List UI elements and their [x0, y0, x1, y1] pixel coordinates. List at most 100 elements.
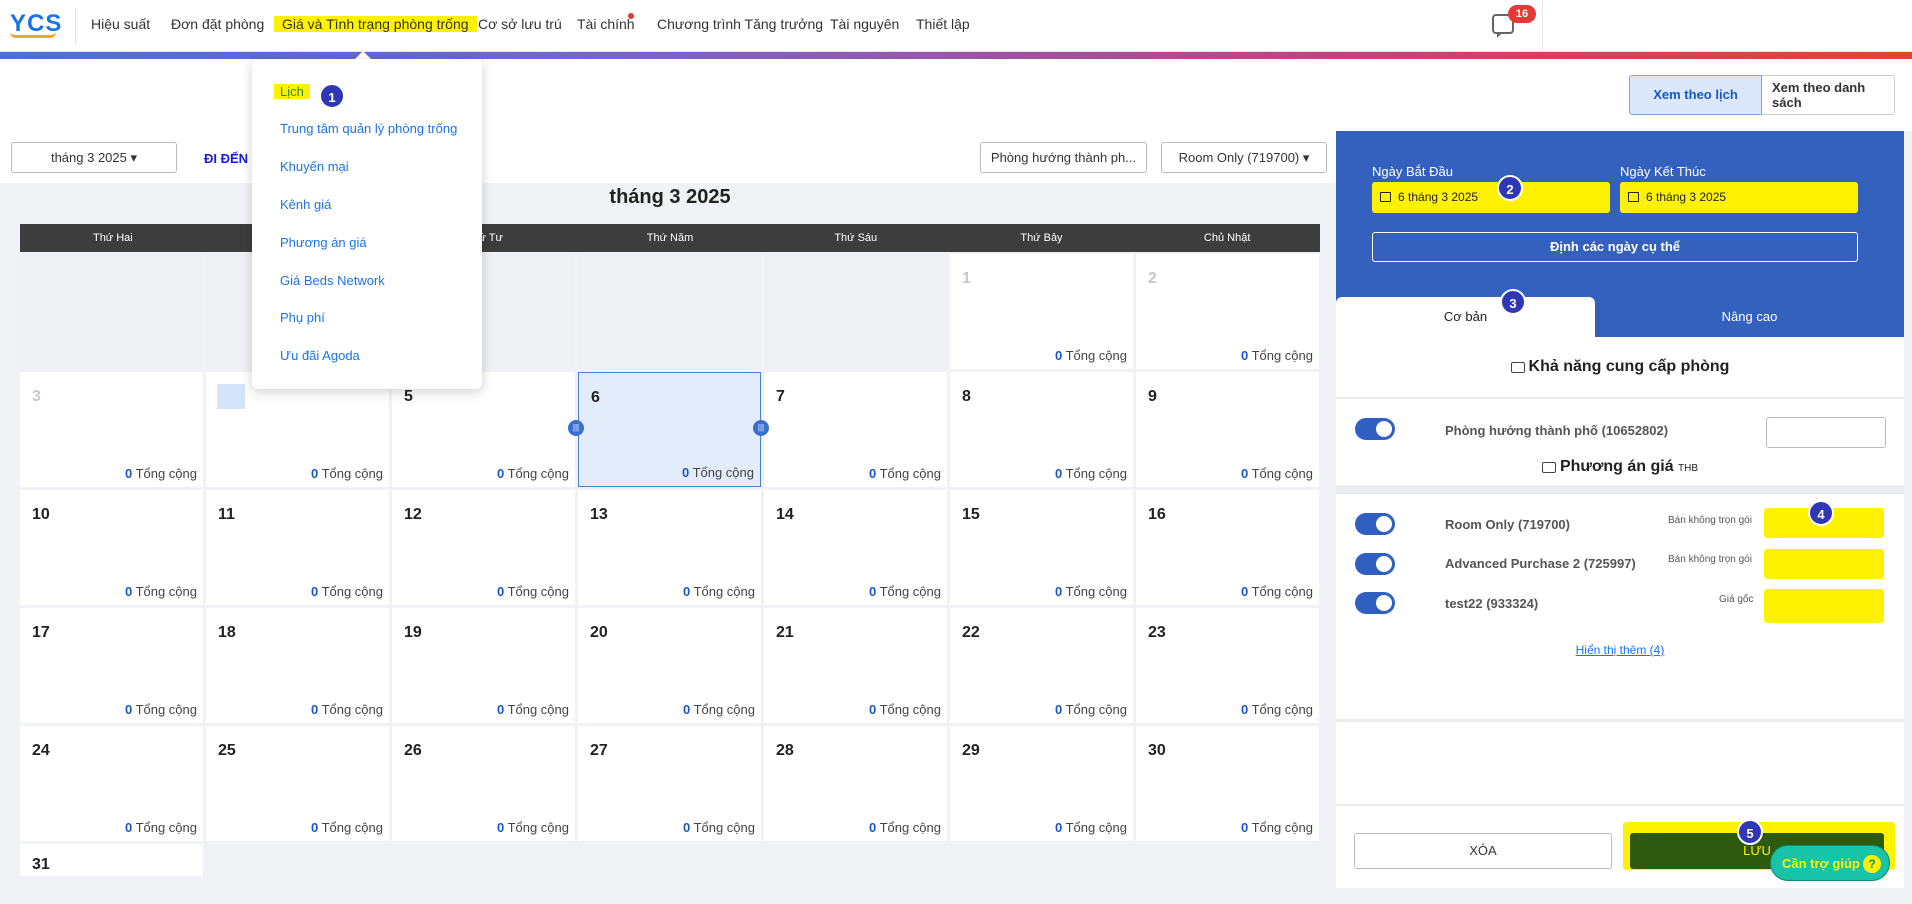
calendar-day-16[interactable]: 16 0 Tổng cộng [1136, 490, 1319, 605]
calendar-day-23[interactable]: 23 0 Tổng cộng [1136, 608, 1319, 723]
calendar-icon [1628, 192, 1639, 202]
calendar-day-30[interactable]: 30 0 Tổng cộng [1136, 726, 1319, 841]
nav-property[interactable]: Cơ sở lưu trú [478, 16, 562, 32]
day-total-value: 0 [496, 820, 505, 835]
day-total: 0 Tổng cộng [1055, 584, 1127, 599]
range-end-handle-icon[interactable]: ||| [753, 420, 769, 436]
calendar-day-3[interactable]: 3 0 Tổng cộng [20, 372, 203, 487]
menu-calendar[interactable]: Lịch [274, 84, 310, 99]
menu-availability-center[interactable]: Trung tâm quản lý phòng trống [280, 121, 457, 136]
tab-advanced[interactable]: Nâng cao [1595, 297, 1904, 337]
chat-badge: 16 [1508, 5, 1536, 23]
help-button[interactable]: Cần trợ giúp? [1770, 845, 1890, 881]
nav-resources[interactable]: Tài nguyên [830, 16, 899, 32]
calendar-day-11[interactable]: 11 0 Tổng cộng [206, 490, 389, 605]
day-total-label: Tổng cộng [1251, 466, 1313, 481]
menu-promotions[interactable]: Khuyến mại [280, 159, 349, 174]
calendar-day-13[interactable]: 13 0 Tổng cộng [578, 490, 761, 605]
day-number: 16 [1148, 506, 1166, 523]
rateplan-toggle-3[interactable] [1355, 592, 1395, 614]
day-number: 3 [32, 388, 41, 405]
day-number: 28 [776, 742, 794, 759]
menu-agoda-deals[interactable]: Ưu đãi Agoda [280, 348, 360, 363]
day-total: 0 Tổng cộng [1055, 820, 1127, 835]
rateplan-toggle-2[interactable] [1355, 553, 1395, 575]
menu-rate-plans[interactable]: Phương án giá [280, 235, 367, 250]
day-total-label: Tổng cộng [135, 702, 197, 717]
calendar-day-20[interactable]: 20 0 Tổng cộng [578, 608, 761, 723]
calendar-day-15[interactable]: 15 0 Tổng cộng [950, 490, 1133, 605]
show-more-link[interactable]: Hiển thị thêm (4) [1336, 643, 1904, 657]
day-total-label: Tổng cộng [507, 820, 569, 835]
nav-performance[interactable]: Hiệu suất [91, 16, 150, 32]
day-total-value: 0 [310, 702, 319, 717]
menu-beds-network[interactable]: Giá Beds Network [280, 273, 385, 288]
calendar-day-22[interactable]: 22 0 Tổng cộng [950, 608, 1133, 723]
calendar-day-1[interactable]: 1 0 Tổng cộng [950, 254, 1133, 369]
menu-rate-channels[interactable]: Kênh giá [280, 197, 331, 212]
calendar-day-31[interactable]: 31 [20, 844, 203, 876]
day-total-value: 0 [310, 584, 319, 599]
calendar-day-26[interactable]: 26 0 Tổng cộng [392, 726, 575, 841]
nav-finance[interactable]: Tài chính [577, 16, 635, 32]
calendar-day-6[interactable]: 6 0 Tổng cộng [578, 372, 761, 487]
room-filter-select[interactable]: Phòng hướng thành ph... [980, 142, 1147, 173]
day-number: 19 [404, 624, 422, 641]
calendar-day-2[interactable]: 2 0 Tổng cộng [1136, 254, 1319, 369]
calendar-day-17[interactable]: 17 0 Tổng cộng [20, 608, 203, 723]
calendar-day-19[interactable]: 19 0 Tổng cộng [392, 608, 575, 723]
calendar-day-27[interactable]: 27 0 Tổng cộng [578, 726, 761, 841]
day-total-value: 0 [496, 466, 505, 481]
rateplan-price-input-3[interactable] [1764, 589, 1884, 623]
day-total: 0 Tổng cộng [1055, 702, 1127, 717]
day-total-value: 0 [1240, 466, 1249, 481]
rateplan-title-text: Phương án giá [1559, 458, 1674, 475]
start-date-input[interactable]: 6 tháng 3 2025 [1372, 182, 1610, 213]
day-total: 0 Tổng cộng [869, 584, 941, 599]
calendar-day-5[interactable]: 5 0 Tổng cộng [392, 372, 575, 487]
day-total-label: Tổng cộng [879, 466, 941, 481]
start-date-label: Ngày Bắt Đầu [1372, 164, 1453, 179]
day-total: 0 Tổng cộng [311, 702, 383, 717]
month-select[interactable]: tháng 3 2025 ▾ [11, 142, 177, 173]
day-total-label: Tổng cộng [1251, 348, 1313, 363]
specific-days-button[interactable]: Định các ngày cụ thể [1372, 232, 1858, 262]
room-toggle[interactable] [1355, 418, 1395, 440]
day-number: 1 [962, 270, 971, 287]
calendar-day-12[interactable]: 12 0 Tổng cộng [392, 490, 575, 605]
calendar-day-18[interactable]: 18 0 Tổng cộng [206, 608, 389, 723]
range-start-handle-icon[interactable]: ||| [568, 420, 584, 436]
menu-surcharges[interactable]: Phụ phí [280, 310, 325, 325]
calendar-day-28[interactable]: 28 0 Tổng cộng [764, 726, 947, 841]
rateplan-price-input-2[interactable] [1764, 549, 1884, 579]
tab-basic[interactable]: Cơ bản [1336, 297, 1595, 337]
view-list-button[interactable]: Xem theo danh sách [1762, 75, 1895, 115]
view-calendar-button[interactable]: Xem theo lịch [1629, 75, 1762, 115]
calendar-day-21[interactable]: 21 0 Tổng cộng [764, 608, 947, 723]
nav-growth-program[interactable]: Chương trình Tăng trưởng [657, 16, 823, 32]
calendar-day-14[interactable]: 14 0 Tổng cộng [764, 490, 947, 605]
goto-link[interactable]: ĐI ĐẾN [204, 151, 248, 166]
nav-settings[interactable]: Thiết lập [916, 16, 970, 32]
calendar-day-9[interactable]: 9 0 Tổng cộng [1136, 372, 1319, 487]
rateplan-filter-select[interactable]: Room Only (719700) ▾ [1161, 142, 1327, 173]
calendar-day-8[interactable]: 8 0 Tổng cộng [950, 372, 1133, 487]
day-number: 13 [590, 506, 608, 523]
room-availability-input[interactable] [1766, 417, 1886, 448]
day-total-value: 0 [1054, 348, 1063, 363]
rateplan-toggle-1[interactable] [1355, 513, 1395, 535]
end-date-input[interactable]: 6 tháng 3 2025 [1620, 182, 1858, 213]
nav-bookings[interactable]: Đơn đặt phòng [171, 16, 264, 32]
calendar-day-7[interactable]: 7 0 Tổng cộng [764, 372, 947, 487]
day-total-label: Tổng cộng [879, 820, 941, 835]
calendar-day-24[interactable]: 24 0 Tổng cộng [20, 726, 203, 841]
finance-notification-dot [628, 13, 634, 19]
day-total-label: Tổng cộng [321, 702, 383, 717]
calendar-day-29[interactable]: 29 0 Tổng cộng [950, 726, 1133, 841]
day-total-label: Tổng cộng [321, 584, 383, 599]
nav-rates-availability[interactable]: Giá và Tình trạng phòng trống [274, 16, 477, 32]
calendar-day-10[interactable]: 10 0 Tổng cộng [20, 490, 203, 605]
clear-button[interactable]: XÓA [1354, 833, 1612, 869]
day-number: 24 [32, 742, 50, 759]
calendar-day-25[interactable]: 25 0 Tổng cộng [206, 726, 389, 841]
